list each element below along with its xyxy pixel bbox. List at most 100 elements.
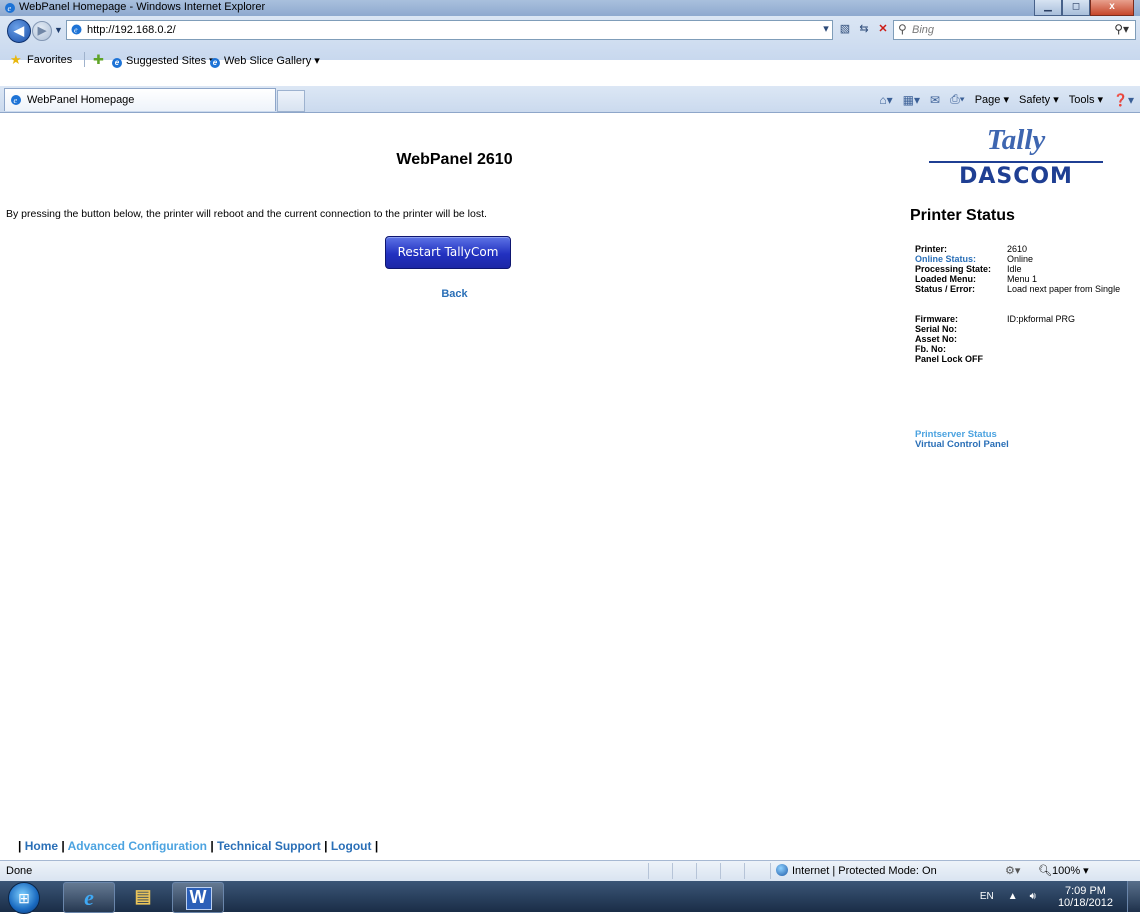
close-button[interactable]: x (1090, 0, 1134, 16)
minimize-button[interactable]: ▁ (1034, 0, 1062, 16)
volume-icon[interactable]: 🔊︎ (1030, 891, 1036, 902)
security-zone[interactable]: Internet | Protected Mode: On (776, 864, 937, 877)
window-title-bar: e WebPanel Homepage - Windows Internet E… (0, 0, 1140, 16)
tally-dascom-logo: Tally DASCOM (929, 124, 1103, 190)
stop-icon[interactable]: ✕ (875, 21, 891, 37)
ie-icon: e (11, 95, 21, 105)
mail-icon[interactable]: ✉ (930, 93, 940, 107)
advanced-configuration-link[interactable]: Advanced Configuration (68, 839, 207, 853)
help-icon[interactable]: ❓▾ (1113, 93, 1134, 107)
status-bar: Done Internet | Protected Mode: On ⚙▾ 🔍︎… (0, 860, 1140, 881)
loaded-menu-value: Menu 1 (1007, 274, 1038, 284)
firmware-value: ID:pkformal PRG (1007, 314, 1076, 324)
back-button[interactable]: ◀ (7, 19, 31, 43)
status-divider (696, 863, 697, 879)
address-input[interactable]: e http://192.168.0.2/ (66, 20, 833, 40)
taskbar: ⊞ e ▤ W EN ▲ 🔊︎ 7:09 PM 10/18/2012 (0, 881, 1140, 914)
new-tab-button[interactable] (277, 90, 305, 112)
status-error-value: Load next paper from Single (1007, 284, 1121, 294)
footer-separator: | (58, 839, 68, 853)
fb-no-label: Fb. No: (915, 344, 946, 354)
ie-page-icon: e (210, 58, 220, 68)
zoom-label: 100% ▾ (1051, 865, 1089, 877)
print-icon[interactable]: ⎙▾ (950, 92, 965, 107)
status-divider (648, 863, 649, 879)
online-status-link[interactable]: Online Status: (915, 254, 976, 264)
home-icon[interactable]: ⌂▾ (879, 93, 892, 107)
compatibility-view-icon[interactable]: ▧ (837, 21, 853, 37)
taskbar-ie-button[interactable]: e (63, 882, 115, 913)
toolbar-divider (84, 52, 85, 67)
taskbar-word-button[interactable]: W (172, 882, 224, 913)
footer-separator: | (371, 839, 379, 853)
technical-support-link[interactable]: Technical Support (217, 839, 321, 853)
processing-state-value: Idle (1007, 264, 1022, 274)
safety-menu[interactable]: Safety ▾ (1019, 93, 1059, 106)
printer-value: 2610 (1007, 244, 1028, 254)
protected-mode-icon[interactable]: ⚙▾ (1005, 864, 1020, 877)
tab-webpanel-homepage[interactable]: e WebPanel Homepage (4, 88, 276, 111)
footer-separator: | (320, 839, 331, 853)
word-letter-icon: W (189, 887, 207, 907)
start-button[interactable]: ⊞ (8, 882, 40, 914)
language-indicator[interactable]: EN (980, 891, 994, 902)
svg-text:e: e (14, 96, 18, 105)
logout-link[interactable]: Logout (331, 839, 372, 853)
reboot-message: By pressing the button below, the printe… (6, 208, 487, 220)
tab-label: WebPanel Homepage (27, 94, 135, 106)
online-status-value: Online (1007, 254, 1034, 264)
search-icon[interactable]: ⚲▾ (1114, 22, 1129, 36)
address-url: http://192.168.0.2/ (87, 24, 176, 36)
favorites-star-icon[interactable]: ★ (10, 52, 22, 68)
search-input[interactable]: ⚲ Bing ⚲▾ (893, 20, 1136, 40)
restart-tallycom-button[interactable]: Restart TallyCom (385, 236, 511, 269)
clock-time: 7:09 PM (1064, 884, 1106, 897)
show-hidden-icons[interactable]: ▲ (1008, 891, 1018, 902)
clock[interactable]: 7:09 PM 10/18/2012 (1058, 885, 1113, 909)
status-links: Printserver Status Virtual Control Panel (915, 430, 1009, 450)
window-controls: ▁ ◻ x (1034, 0, 1134, 16)
panel-lock-status: Panel Lock OFF (915, 354, 984, 364)
footer-nav: | Home | Advanced Configuration | Techni… (18, 839, 378, 853)
show-desktop-button[interactable] (1127, 881, 1140, 912)
clock-date: 10/18/2012 (1057, 896, 1113, 909)
back-link[interactable]: Back (0, 288, 909, 300)
add-to-favorites-icon[interactable]: ✚ (93, 52, 104, 68)
address-dropdown-icon[interactable]: ▾ (818, 21, 834, 37)
ie-page-icon: e (112, 58, 122, 68)
zoom-level[interactable]: 🔍︎100% ▾ (1038, 864, 1089, 877)
forward-button[interactable]: ▶ (32, 21, 52, 41)
home-link[interactable]: Home (25, 839, 58, 853)
maximize-button[interactable]: ◻ (1062, 0, 1090, 16)
address-toolbar: ◀ ▶ ▼ e http://192.168.0.2/ ▾ ▧ ⇆ ✕ ⚲ Bi… (0, 16, 1140, 68)
logo-divider (929, 161, 1103, 163)
ie-icon: e (84, 885, 94, 910)
feeds-icon[interactable]: ▦▾ (903, 93, 920, 107)
page-title: WebPanel 2610 (396, 151, 513, 168)
favorites-bar: ★ Favorites ✚ e Suggested Sites ▾ e Web Sl… (0, 50, 1140, 70)
page-icon: e (71, 24, 82, 35)
tools-menu[interactable]: Tools ▾ (1069, 93, 1103, 106)
firmware-label: Firmware: (915, 314, 959, 324)
globe-icon (776, 864, 788, 876)
recent-pages-dropdown[interactable]: ▼ (54, 25, 63, 35)
window-title: WebPanel Homepage - Windows Internet Exp… (19, 1, 266, 13)
status-error-label: Status / Error: (915, 284, 976, 294)
favorites-button[interactable]: Favorites (27, 54, 72, 66)
taskbar-explorer-button[interactable]: ▤ (118, 882, 168, 911)
tab-bar: e WebPanel Homepage ⌂▾ ▦▾ ✉ ⎙▾ Page ▾ Sa… (0, 86, 1140, 113)
asset-no-label: Asset No: (915, 334, 958, 344)
refresh-icon[interactable]: ⇆ (856, 21, 872, 37)
status-divider (744, 863, 745, 879)
suggested-sites-link[interactable]: e Suggested Sites ▾ (112, 54, 215, 68)
status-text: Done (6, 865, 33, 877)
system-tray: EN ▲ 🔊︎ 7:09 PM 10/18/2012 (980, 881, 1140, 912)
footer-separator: | (18, 839, 25, 853)
web-slice-gallery-label: Web Slice Gallery ▾ (224, 55, 320, 67)
processing-state-label: Processing State: (915, 264, 992, 274)
page-menu[interactable]: Page ▾ (975, 93, 1009, 106)
virtual-control-panel-link[interactable]: Virtual Control Panel (915, 440, 1009, 450)
search-provider-icon: ⚲ (898, 22, 907, 36)
web-slice-gallery-link[interactable]: e Web Slice Gallery ▾ (210, 54, 320, 68)
svg-text:e: e (74, 26, 78, 35)
